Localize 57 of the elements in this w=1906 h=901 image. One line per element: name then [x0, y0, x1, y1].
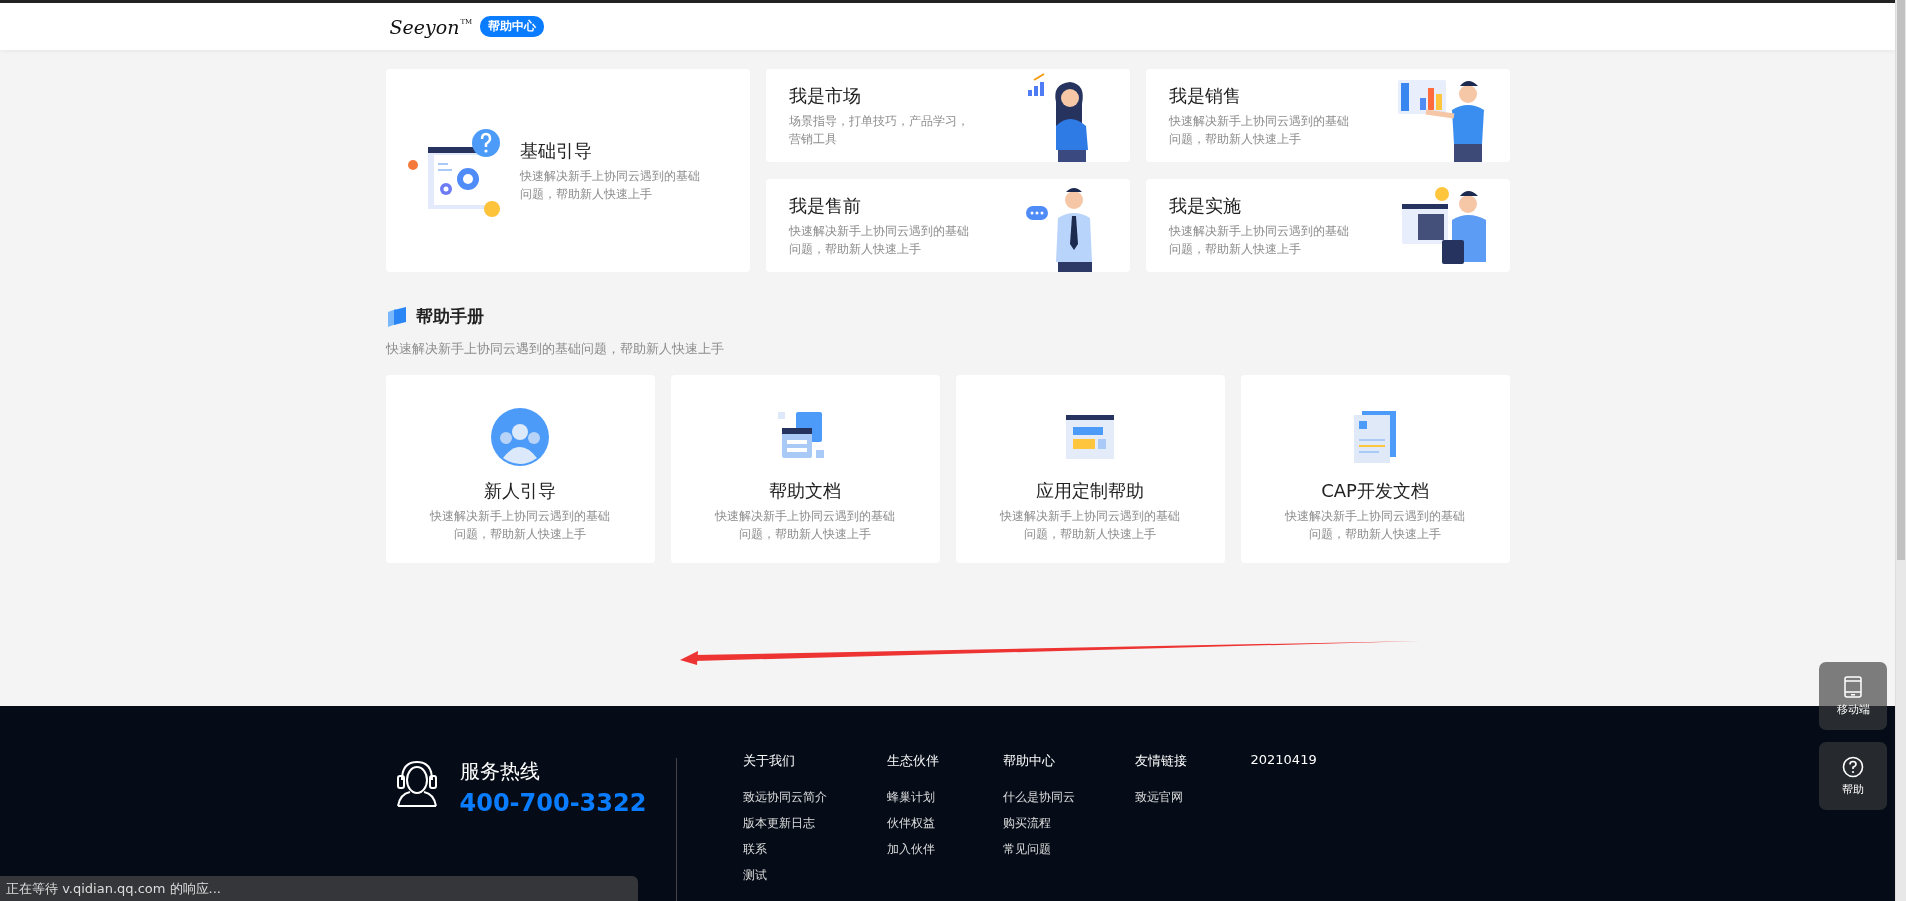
card-title: 基础引导: [519, 138, 593, 163]
hotline-label: 服务热线: [459, 758, 541, 785]
manual-card[interactable]: 应用定制帮助 快速解决新手上协同云遇到的基础问题，帮助新人快速上手: [955, 375, 1225, 563]
tablet-icon: [1844, 675, 1862, 698]
logo-text: Seeyon: [389, 15, 460, 38]
footer-link[interactable]: 致远协同云简介: [742, 789, 887, 806]
card-title: 我是销售: [1168, 83, 1242, 108]
footer-heading: 帮助中心: [1002, 752, 1056, 770]
help-button[interactable]: 帮助: [1819, 742, 1887, 810]
card-title: 我是市场: [788, 83, 862, 108]
footer-link[interactable]: 什么是协同云: [1002, 789, 1135, 806]
role-card[interactable]: 我是销售 快速解决新手上协同云遇到的基础问题，帮助新人快速上手: [1145, 69, 1510, 162]
footer-heading: 友情链接: [1134, 752, 1188, 770]
card-description: 快速解决新手上协同云遇到的基础问题，帮助新人快速上手: [429, 508, 611, 543]
card-description: 快速解决新手上协同云遇到的基础问题，帮助新人快速上手: [1168, 112, 1350, 148]
card-title: CAP开发文档: [1321, 479, 1429, 503]
hotline-number: 400-700-3322: [459, 789, 647, 817]
card-description: 快速解决新手上协同云遇到的基础问题，帮助新人快速上手: [519, 167, 701, 203]
footer-heading: 关于我们: [742, 752, 796, 770]
footer-link[interactable]: 联系: [742, 841, 887, 858]
card-title: 我是实施: [1168, 193, 1242, 218]
role-card[interactable]: 我是售前 快速解决新手上协同云遇到的基础问题，帮助新人快速上手: [765, 179, 1130, 272]
footer-link[interactable]: 常见问题: [1002, 841, 1135, 858]
card-description: 快速解决新手上协同云遇到的基础问题，帮助新人快速上手: [999, 508, 1181, 543]
manual-card[interactable]: 帮助文档 快速解决新手上协同云遇到的基础问题，帮助新人快速上手: [670, 375, 940, 563]
people-icon: [491, 408, 549, 466]
status-text: 正在等待 v.qidian.qq.com 的响应...: [6, 879, 221, 898]
footer-link[interactable]: 版本更新日志: [742, 815, 887, 832]
card-description: 场景指导，打单技巧，产品学习，营销工具: [788, 112, 970, 148]
section-title: 帮助手册: [415, 305, 484, 328]
footer-link[interactable]: 测试: [742, 867, 887, 884]
footer-link[interactable]: 加入伙伴: [886, 841, 1003, 858]
footer-link[interactable]: 购买流程: [1002, 815, 1135, 832]
footer-heading: 生态伙伴: [886, 752, 940, 770]
footer-link[interactable]: 蜂巢计划: [886, 789, 1003, 806]
card-title: 新人引导: [484, 479, 556, 503]
guide-card[interactable]: 基础引导 快速解决新手上协同云遇到的基础问题，帮助新人快速上手: [385, 69, 750, 272]
scrollbar[interactable]: [1895, 0, 1906, 901]
manual-card[interactable]: CAP开发文档 快速解决新手上协同云遇到的基础问题，帮助新人快速上手: [1240, 375, 1510, 563]
help-icon: [1842, 755, 1864, 778]
section-badge: 帮助中心: [480, 16, 545, 37]
card-description: 快速解决新手上协同云遇到的基础问题，帮助新人快速上手: [1284, 508, 1466, 543]
mobile-button[interactable]: 移动端: [1819, 662, 1887, 730]
card-description: 快速解决新手上协同云遇到的基础问题，帮助新人快速上手: [1168, 222, 1350, 258]
footer-link[interactable]: 致远官网: [1134, 789, 1251, 806]
manual-card[interactable]: 新人引导 快速解决新手上协同云遇到的基础问题，帮助新人快速上手: [385, 375, 655, 563]
footer-heading: 20210419: [1250, 752, 1318, 767]
section-subtitle: 快速解决新手上协同云遇到的基础问题，帮助新人快速上手: [385, 340, 725, 358]
card-title: 我是售前: [788, 193, 862, 218]
card-title: 帮助文档: [769, 479, 841, 503]
card-description: 快速解决新手上协同云遇到的基础问题，帮助新人快速上手: [788, 222, 970, 258]
footer-link[interactable]: 伙伴权益: [886, 815, 1003, 832]
card-title: 应用定制帮助: [1036, 479, 1144, 503]
book-icon: [385, 306, 408, 327]
role-card[interactable]: 我是实施 快速解决新手上协同云遇到的基础问题，帮助新人快速上手: [1145, 179, 1510, 272]
card-description: 快速解决新手上协同云遇到的基础问题，帮助新人快速上手: [714, 508, 896, 543]
role-card[interactable]: 我是市场 场景指导，打单技巧，产品学习，营销工具: [765, 69, 1130, 162]
